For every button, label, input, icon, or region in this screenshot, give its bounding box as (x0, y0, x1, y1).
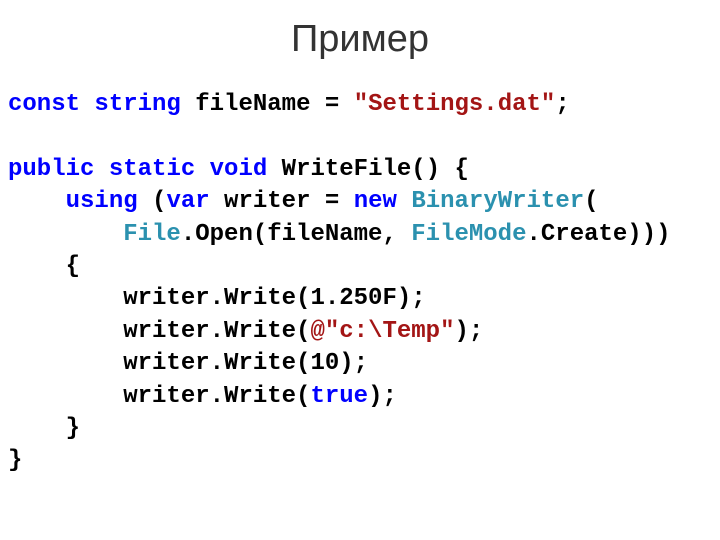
code-line-9: writer.Write(true); (8, 383, 397, 410)
code-line-5: { (8, 253, 80, 280)
code-line-1: const string fileName = "Settings.dat"; (8, 91, 570, 118)
code-line-4: File.Open(fileName, FileMode.Create))) (8, 221, 671, 248)
code-line-6: writer.Write(1.250F); (8, 285, 426, 312)
code-line-3: using (var writer = new BinaryWriter( (8, 188, 599, 215)
code-line-8: writer.Write(10); (8, 350, 368, 377)
code-line-11: } (8, 447, 22, 474)
code-line-10: } (8, 415, 80, 442)
code-line-7: writer.Write(@"c:\Temp"); (8, 318, 483, 345)
code-block: const string fileName = "Settings.dat"; … (0, 89, 720, 478)
slide: Пример const string fileName = "Settings… (0, 0, 720, 540)
code-line-2: public static void WriteFile() { (8, 156, 469, 183)
slide-title: Пример (0, 18, 720, 61)
